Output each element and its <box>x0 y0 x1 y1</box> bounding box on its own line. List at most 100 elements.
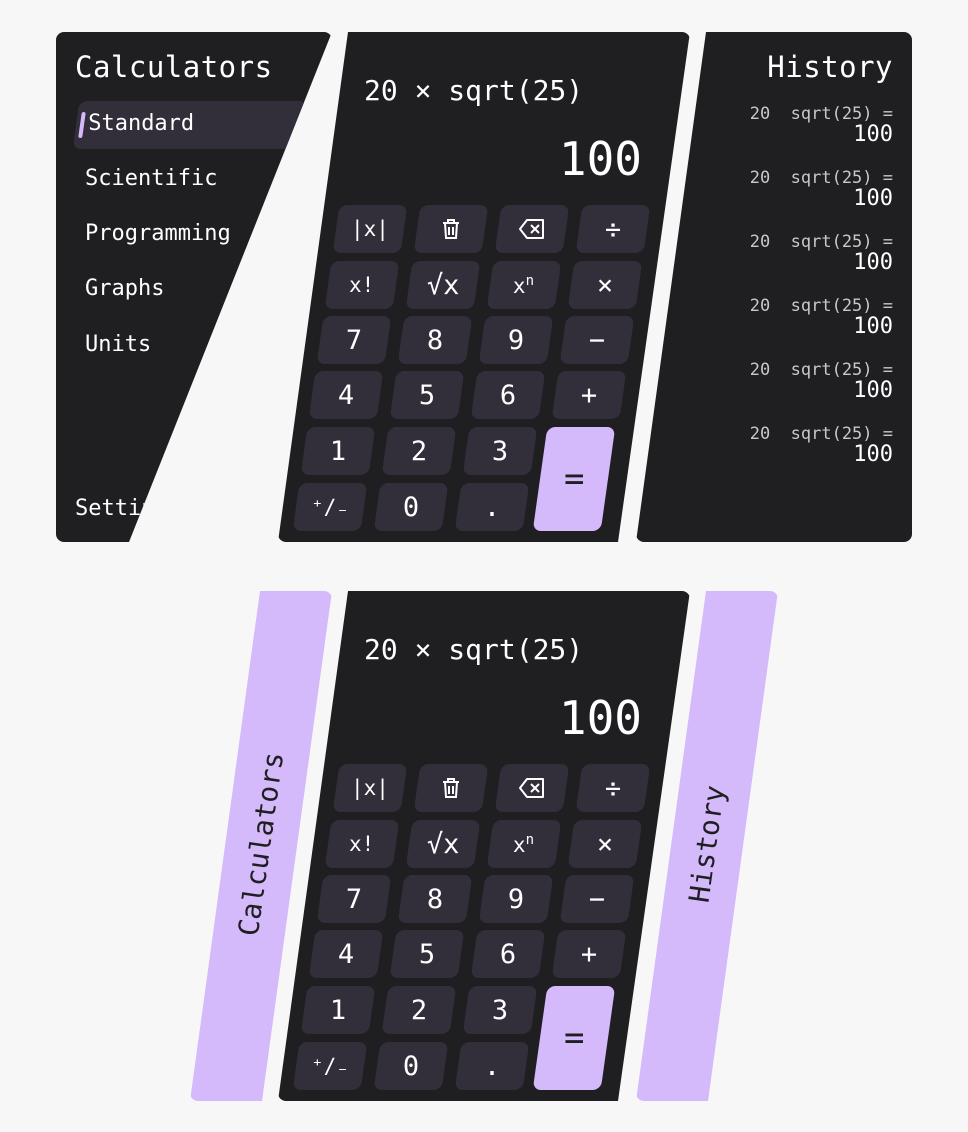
abs-button[interactable]: |x| <box>332 764 408 812</box>
sqrt-button[interactable]: √x <box>405 261 481 309</box>
divide-button[interactable]: ÷ <box>575 205 651 253</box>
key-4[interactable]: 4 <box>308 930 384 978</box>
minus-button[interactable]: − <box>559 875 635 923</box>
key-0-label: 0 <box>402 1050 420 1082</box>
history-entry[interactable]: 20 sqrt(25) = 100 <box>693 296 893 339</box>
equals-button[interactable]: = <box>532 986 616 1090</box>
backspace-icon <box>519 778 544 798</box>
key-9[interactable]: 9 <box>478 875 554 923</box>
decimal-button[interactable]: . <box>454 483 530 531</box>
key-3[interactable]: 3 <box>462 986 538 1034</box>
multiply-button[interactable]: × <box>567 820 643 868</box>
power-button[interactable]: xn <box>486 820 562 868</box>
key-7[interactable]: 7 <box>316 875 392 923</box>
key-3[interactable]: 3 <box>462 427 538 475</box>
nav-item-label: Standard <box>88 111 195 136</box>
active-indicator <box>78 112 86 138</box>
minus-label: − <box>588 883 606 915</box>
key-9[interactable]: 9 <box>478 316 554 364</box>
history-value: 100 <box>853 314 893 339</box>
key-5-label: 5 <box>418 379 436 411</box>
power-base-label: x <box>513 273 527 298</box>
factorial-button[interactable]: x! <box>324 820 400 868</box>
equals-label: = <box>563 459 585 499</box>
key-4-label: 4 <box>337 379 355 411</box>
sign-toggle-button[interactable]: ⁺∕₋ <box>292 483 368 531</box>
history-entry[interactable]: 20 sqrt(25) = 100 <box>693 168 893 211</box>
key-3-label: 3 <box>491 435 509 467</box>
nav-item-units[interactable]: Units <box>85 332 151 357</box>
key-1-label: 1 <box>329 435 347 467</box>
history-title: History <box>767 50 893 84</box>
power-exp-label: n <box>526 831 535 848</box>
key-1[interactable]: 1 <box>300 427 376 475</box>
equals-button[interactable]: = <box>532 427 616 531</box>
plus-button[interactable]: + <box>551 930 627 978</box>
multiply-label: × <box>596 828 614 860</box>
key-4-label: 4 <box>337 938 355 970</box>
calculators-collapsed-label: Calculators <box>231 749 291 939</box>
history-expression: 20 sqrt(25) = <box>749 424 893 444</box>
history-entry[interactable]: 20 sqrt(25) = 100 <box>693 104 893 147</box>
key-7[interactable]: 7 <box>316 316 392 364</box>
key-8-label: 8 <box>426 324 444 356</box>
calculator-panel: 20 × sqrt(25) 100 |x| ÷ x! √x xn × 7 8 9… <box>278 32 690 542</box>
power-base-label: x <box>513 832 527 857</box>
multiply-button[interactable]: × <box>567 261 643 309</box>
decimal-label: . <box>483 1050 501 1082</box>
nav-item-programming[interactable]: Programming <box>85 221 231 246</box>
clear-button[interactable] <box>413 205 489 253</box>
history-value: 100 <box>853 442 893 467</box>
abs-button[interactable]: |x| <box>332 205 408 253</box>
backspace-button[interactable] <box>494 205 570 253</box>
key-2-label: 2 <box>410 994 428 1026</box>
key-5[interactable]: 5 <box>389 930 465 978</box>
key-5-label: 5 <box>418 938 436 970</box>
expression-display: 20 × sqrt(25) <box>364 633 584 666</box>
power-button[interactable]: xn <box>486 261 562 309</box>
multiply-label: × <box>596 269 614 301</box>
clear-button[interactable] <box>413 764 489 812</box>
sqrt-button[interactable]: √x <box>405 820 481 868</box>
key-7-label: 7 <box>345 883 363 915</box>
key-0[interactable]: 0 <box>373 1042 449 1090</box>
key-4[interactable]: 4 <box>308 371 384 419</box>
result-display: 100 <box>558 691 642 745</box>
history-value: 100 <box>853 250 893 275</box>
key-8[interactable]: 8 <box>397 875 473 923</box>
sign-toggle-label: ⁺∕₋ <box>311 1054 349 1078</box>
history-entry[interactable]: 20 sqrt(25) = 100 <box>693 424 893 467</box>
key-2[interactable]: 2 <box>381 427 457 475</box>
key-6-label: 6 <box>499 938 517 970</box>
key-6[interactable]: 6 <box>470 371 546 419</box>
nav-item-graphs[interactable]: Graphs <box>85 276 164 301</box>
key-5[interactable]: 5 <box>389 371 465 419</box>
key-2[interactable]: 2 <box>381 986 457 1034</box>
divide-button[interactable]: ÷ <box>575 764 651 812</box>
key-8[interactable]: 8 <box>397 316 473 364</box>
history-entry[interactable]: 20 sqrt(25) = 100 <box>693 232 893 275</box>
sign-toggle-button[interactable]: ⁺∕₋ <box>292 1042 368 1090</box>
sqrt-label: √x <box>426 269 460 301</box>
nav-item-scientific[interactable]: Scientific <box>85 166 217 191</box>
decimal-button[interactable]: . <box>454 1042 530 1090</box>
plus-button[interactable]: + <box>551 371 627 419</box>
backspace-button[interactable] <box>494 764 570 812</box>
factorial-label: x! <box>349 832 375 856</box>
settings-link[interactable]: Settings <box>75 496 181 521</box>
history-entry[interactable]: 20 sqrt(25) = 100 <box>693 360 893 403</box>
plus-label: + <box>580 379 598 411</box>
key-6[interactable]: 6 <box>470 930 546 978</box>
decimal-label: . <box>483 491 501 523</box>
factorial-button[interactable]: x! <box>324 261 400 309</box>
minus-button[interactable]: − <box>559 316 635 364</box>
divide-label: ÷ <box>604 213 622 245</box>
key-1[interactable]: 1 <box>300 986 376 1034</box>
equals-label: = <box>563 1018 585 1058</box>
key-7-label: 7 <box>345 324 363 356</box>
key-9-label: 9 <box>507 324 525 356</box>
nav-item-standard[interactable]: Standard <box>72 101 308 149</box>
key-0[interactable]: 0 <box>373 483 449 531</box>
sqrt-label: √x <box>426 828 460 860</box>
history-expression: 20 sqrt(25) = <box>749 104 893 124</box>
